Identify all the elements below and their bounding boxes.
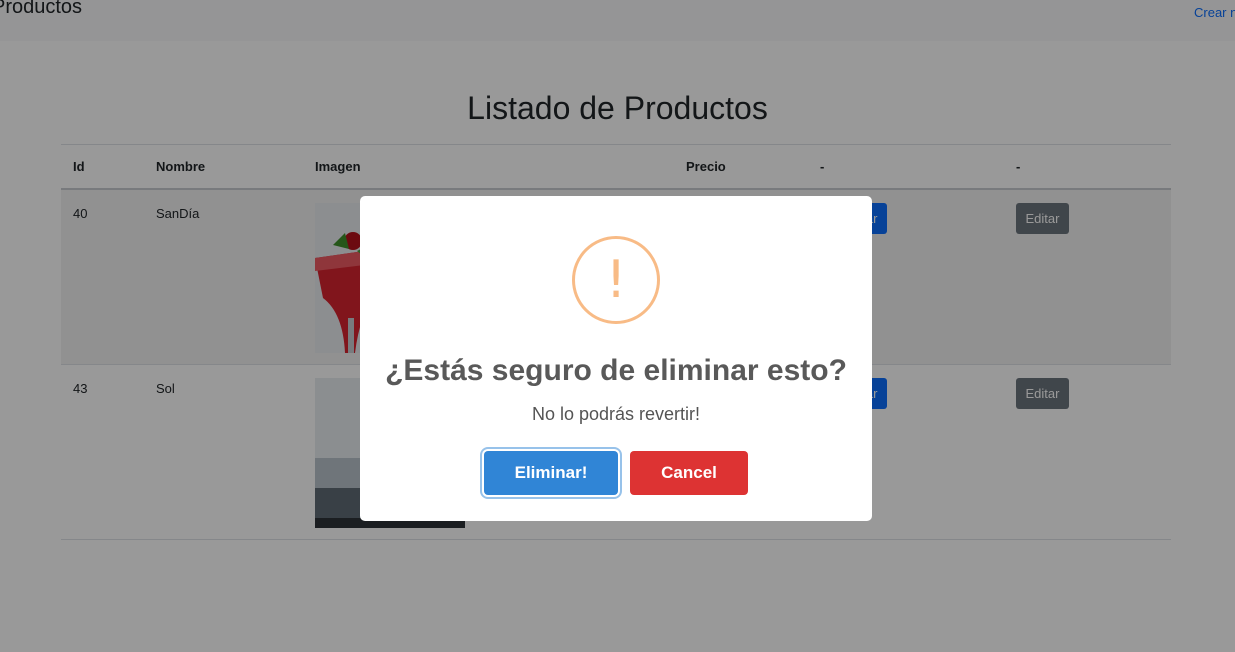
dialog-title: ¿Estás seguro de eliminar esto? [385, 354, 847, 387]
warning-icon-glyph: ! [605, 250, 627, 310]
warning-icon: ! [572, 236, 660, 324]
page: Productos Crear nuevo Listado de Product… [0, 0, 1235, 652]
cancel-button[interactable]: Cancel [630, 451, 748, 495]
dialog-text: No lo podrás revertir! [531, 404, 701, 424]
confirm-delete-button[interactable]: Eliminar! [484, 451, 618, 495]
confirm-delete-dialog: ! ¿Estás seguro de eliminar esto? No lo … [360, 196, 872, 521]
